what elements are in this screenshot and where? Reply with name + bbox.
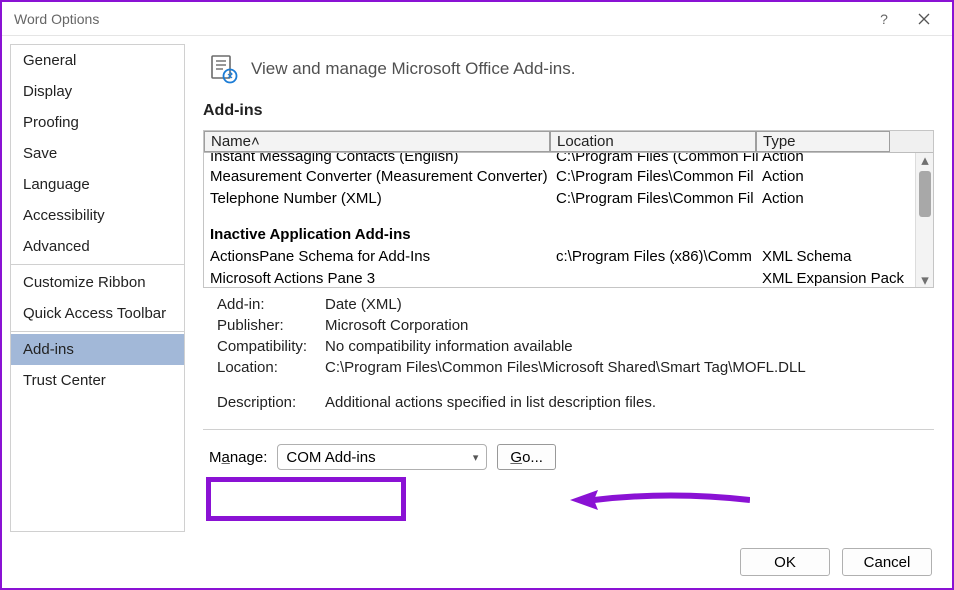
page-heading: View and manage Microsoft Office Add-ins… [251,59,575,79]
help-button[interactable]: ? [864,4,904,34]
go-button[interactable]: Go... [497,444,556,470]
cell-type: XML Schema [762,248,912,265]
sidebar-item-customize-ribbon[interactable]: Customize Ribbon [11,267,184,298]
dialog-footer: OK Cancel [740,548,932,576]
sidebar-item-accessibility[interactable]: Accessibility [11,200,184,231]
scroll-up-icon[interactable]: ▴ [916,153,933,167]
manage-dropdown[interactable]: COM Add-ins ▾ [277,444,487,470]
cell-name: Microsoft Actions Pane 3 [210,270,556,287]
column-header-name[interactable]: Name˄ [204,131,550,152]
sidebar-item-add-ins[interactable]: Add-ins [11,334,184,365]
close-icon [918,13,930,25]
word-options-window: Word Options ? General Display Proofing … [0,0,954,590]
manage-row: Manage: COM Add-ins ▾ Go... [203,440,934,474]
cell-location: c:\Program Files (x86)\Comm [556,248,762,265]
scroll-down-icon[interactable]: ▾ [916,273,933,287]
detail-value: Microsoft Corporation [325,317,468,334]
grid-section-header: Inactive Application Add-ins [204,223,933,245]
cell-name: Inactive Application Add-ins [210,226,556,243]
detail-label: Publisher: [217,317,325,334]
section-title: Add-ins [203,102,934,120]
detail-label: Compatibility: [217,338,325,355]
sidebar-separator [11,331,184,332]
grid-scrollbar[interactable]: ▴ ▾ [915,153,933,287]
detail-value: Date (XML) [325,296,402,313]
close-button[interactable] [904,4,944,34]
cell-name: Measurement Converter (Measurement Conve… [210,168,556,185]
sidebar-item-quick-access-toolbar[interactable]: Quick Access Toolbar [11,298,184,329]
cell-name: Instant Messaging Contacts (English) [210,153,556,165]
sidebar-item-save[interactable]: Save [11,138,184,169]
sidebar-item-general[interactable]: General [11,45,184,76]
sidebar-item-language[interactable]: Language [11,169,184,200]
cell-name: Telephone Number (XML) [210,190,556,207]
grid-header: Name˄ Location Type [204,131,933,153]
detail-row-addin: Add-in: Date (XML) [203,294,934,315]
addins-grid: Name˄ Location Type Instant Messaging Co… [203,130,934,288]
category-sidebar: General Display Proofing Save Language A… [10,44,185,532]
cell-type: Action [762,153,912,165]
cell-type: Action [762,168,912,185]
cell-location: C:\Program Files\Common Fil [556,190,762,207]
detail-value: C:\Program Files\Common Files\Microsoft … [325,359,806,376]
sidebar-separator [11,264,184,265]
detail-label: Location: [217,359,325,376]
detail-row-publisher: Publisher: Microsoft Corporation [203,315,934,336]
cell-type: Action [762,190,912,207]
detail-value: No compatibility information available [325,338,573,355]
column-header-location[interactable]: Location [550,131,756,152]
grid-row: Instant Messaging Contacts (English)C:\P… [204,153,933,165]
manage-label: Manage: [209,449,267,466]
cell-location: C:\Program Files\Common Fil [556,168,762,185]
detail-label: Add-in: [217,296,325,313]
titlebar: Word Options ? [2,2,952,36]
main-panel: View and manage Microsoft Office Add-ins… [185,36,952,540]
grid-row[interactable]: ActionsPane Schema for Add-Insc:\Program… [204,245,933,267]
chevron-down-icon: ▾ [473,451,479,464]
addin-details: Add-in: Date (XML) Publisher: Microsoft … [203,294,934,413]
sidebar-item-advanced[interactable]: Advanced [11,231,184,262]
column-header-type[interactable]: Type [756,131,890,152]
grid-row[interactable]: Telephone Number (XML)C:\Program Files\C… [204,187,933,209]
addins-icon [209,54,239,84]
ok-button[interactable]: OK [740,548,830,576]
grid-row[interactable]: Microsoft Actions Pane 3 XML Expansion Pa… [204,267,933,287]
cell-type: XML Expansion Pack [762,270,912,287]
detail-row-location: Location: C:\Program Files\Common Files\… [203,357,934,378]
detail-label: Description: [217,394,325,411]
sidebar-item-trust-center[interactable]: Trust Center [11,365,184,396]
sidebar-item-display[interactable]: Display [11,76,184,107]
detail-row-compatibility: Compatibility: No compatibility informat… [203,336,934,357]
grid-row [204,209,933,223]
sidebar-item-proofing[interactable]: Proofing [11,107,184,138]
grid-row[interactable]: Measurement Converter (Measurement Conve… [204,165,933,187]
divider [203,429,934,430]
detail-value: Additional actions specified in list des… [325,394,656,411]
manage-selected-value: COM Add-ins [286,449,375,466]
scroll-thumb[interactable] [919,171,931,217]
cell-location: C:\Program Files (Common Fil [556,153,762,165]
window-title: Word Options [14,11,864,27]
grid-body[interactable]: Instant Messaging Contacts (English)C:\P… [204,153,933,287]
detail-row-description: Description: Additional actions specifie… [203,392,934,413]
cancel-button[interactable]: Cancel [842,548,932,576]
cell-name: ActionsPane Schema for Add-Ins [210,248,556,265]
